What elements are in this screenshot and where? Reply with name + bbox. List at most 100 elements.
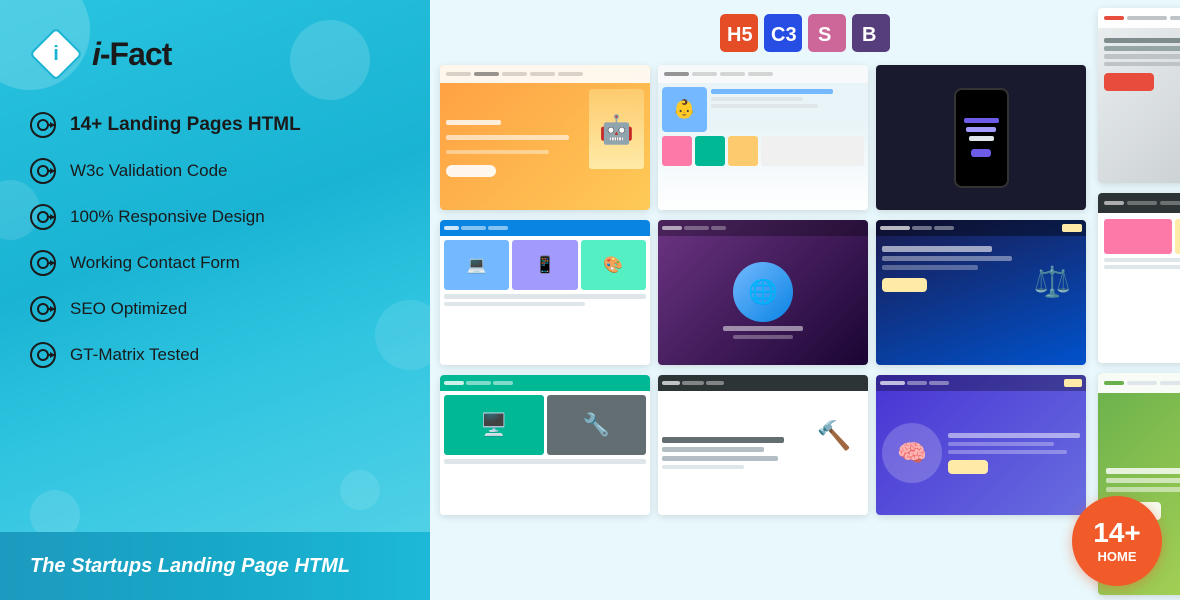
feature-text-seo: SEO Optimized <box>70 299 187 319</box>
nav-button <box>1064 379 1082 387</box>
deco-line <box>1106 468 1180 474</box>
nav-element <box>706 381 724 385</box>
phone-preview <box>954 88 1009 188</box>
screenshot-card-9: 🧠 <box>876 375 1086 515</box>
nav-element <box>444 381 464 385</box>
deco-line <box>1104 258 1180 262</box>
deco-line <box>444 459 646 464</box>
feature-seo: SEO Optimized <box>30 296 400 322</box>
deco-line <box>882 256 1012 261</box>
nav-button <box>1062 224 1082 232</box>
deco-line <box>723 326 803 331</box>
color-block <box>695 136 725 166</box>
nav-element <box>929 381 949 385</box>
screenshot-card-1: 🤖 <box>440 65 650 210</box>
screenshot-preview-right-1: 🧘 <box>1098 8 1180 183</box>
color-block <box>1104 219 1172 254</box>
nav-element <box>488 226 508 230</box>
screenshot-card-2: 👶 <box>658 65 868 210</box>
screenshot-preview-8: 🔨 <box>658 375 868 515</box>
screenshot-preview-3 <box>876 65 1086 210</box>
svg-text:S: S <box>818 24 831 46</box>
screenshot-preview-right-2: 🏋️ <box>1098 193 1180 363</box>
deco-line <box>1106 487 1180 492</box>
nav-element <box>1127 201 1157 205</box>
card-preview: 👶 <box>662 87 707 132</box>
screenshot-preview-7: 🖥️ 🔧 <box>440 375 650 515</box>
nav-dot <box>664 72 689 76</box>
screenshot-preview-1: 🤖 <box>440 65 650 210</box>
page-container: i i-Fact 14+ Landing Pages HTML <box>0 0 1180 600</box>
nav-dot <box>720 72 745 76</box>
badge-label: HOME <box>1098 549 1137 564</box>
deco-line <box>1104 38 1180 43</box>
nav-element <box>682 381 704 385</box>
svg-text:C3: C3 <box>771 24 797 46</box>
mini-nav-dark2 <box>876 220 1086 236</box>
nav-element <box>461 226 486 230</box>
feature-block: 💻 <box>444 240 509 290</box>
feature-responsive: 100% Responsive Design <box>30 204 400 230</box>
screenshot-card-right-2: 🏋️ <box>1098 193 1180 363</box>
nav-element <box>711 226 726 230</box>
html5-icon: H5 <box>720 14 758 52</box>
nav-element <box>912 226 932 230</box>
bootstrap-icon: B <box>852 14 890 52</box>
bottom-banner: The Startups Landing Page HTML <box>0 532 430 600</box>
deco-line <box>1104 265 1180 269</box>
nav-element <box>662 381 680 385</box>
deco-line <box>1104 54 1180 59</box>
deco-line <box>662 447 764 452</box>
deco-line <box>882 265 978 270</box>
screenshot-card-4: 💻 📱 🎨 <box>440 220 650 365</box>
feature-icon-contact-form <box>30 250 56 276</box>
badge-number: 14+ <box>1093 519 1141 547</box>
nav-dot <box>558 72 583 76</box>
feature-icon-seo <box>30 296 56 322</box>
center-icon: 🌐 <box>733 262 793 322</box>
tech-icons-row: H5 C3 S B <box>720 14 890 52</box>
deco-line <box>662 456 778 461</box>
nav-element <box>1170 16 1180 20</box>
hero-image-preview: 🤖 <box>589 89 644 169</box>
nav-element <box>1104 16 1124 20</box>
deco-line <box>446 135 569 140</box>
feature-text-contact-form: Working Contact Form <box>70 253 240 273</box>
mini-nav-dark3 <box>1098 193 1180 213</box>
nav-element <box>444 226 459 230</box>
feature-block: 📱 <box>512 240 577 290</box>
screenshot-card-right-1: 🧘 <box>1098 8 1180 183</box>
mini-nav-green <box>440 375 650 391</box>
nav-element <box>466 381 491 385</box>
logo-text: i-Fact <box>92 36 171 73</box>
feature-icon-w3c <box>30 158 56 184</box>
mini-nav-dark <box>658 220 868 236</box>
css3-icon: C3 <box>764 14 802 52</box>
mini-nav <box>1098 8 1180 28</box>
nav-element <box>1104 201 1124 205</box>
feature-block: 🎨 <box>581 240 646 290</box>
color-block <box>662 136 692 166</box>
nav-element <box>1127 381 1157 385</box>
nav-element <box>1104 381 1124 385</box>
color-block <box>1175 219 1180 254</box>
nav-element <box>1127 16 1167 20</box>
nav-element <box>880 381 905 385</box>
logo-prefix: i <box>92 36 100 72</box>
screenshot-card-6: ⚖️ <box>876 220 1086 365</box>
left-panel: i i-Fact 14+ Landing Pages HTML <box>0 0 430 600</box>
mini-nav-blue <box>440 220 650 236</box>
nav-element <box>880 226 910 230</box>
nav-element <box>493 381 513 385</box>
button-preview <box>446 165 496 177</box>
feature-text-w3c: W3c Validation Code <box>70 161 228 181</box>
feature-block: 🖥️ <box>444 395 544 455</box>
feature-w3c: W3c Validation Code <box>30 158 400 184</box>
mini-nav-purple <box>876 375 1086 391</box>
feature-contact-form: Working Contact Form <box>30 250 400 276</box>
deco-line <box>662 437 784 443</box>
deco-line <box>882 246 992 252</box>
sass-icon: S <box>808 14 846 52</box>
nav-dot <box>692 72 717 76</box>
screenshot-card-3 <box>876 65 1086 210</box>
